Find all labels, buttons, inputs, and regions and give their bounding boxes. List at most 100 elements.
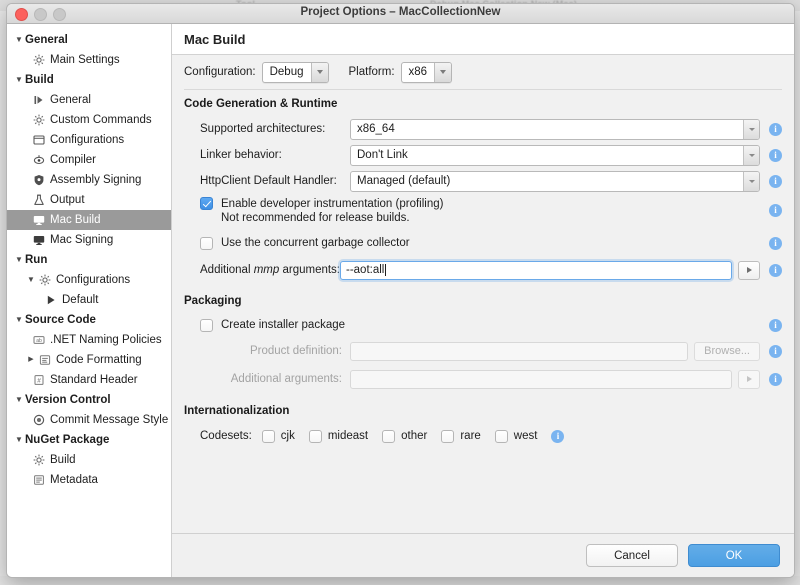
chevron-down-icon[interactable]: [434, 63, 451, 82]
sidebar-group-source-code[interactable]: ▼ Source Code: [7, 310, 171, 330]
info-icon[interactable]: i: [551, 430, 564, 443]
httpclient-handler-row: HttpClient Default Handler: Managed (def…: [184, 168, 782, 194]
chevron-down-icon[interactable]: [743, 172, 759, 191]
mmp-label-post: arguments:: [279, 264, 340, 276]
linker-behavior-dropdown[interactable]: Don't Link: [350, 145, 760, 166]
codesets-row: Codesets: cjk mideast other: [184, 423, 782, 449]
browse-button[interactable]: Browse...: [694, 342, 760, 361]
sidebar-item-compiler[interactable]: Compiler: [7, 150, 171, 170]
sidebar-item-custom-commands[interactable]: Custom Commands: [7, 110, 171, 130]
chevron-down-icon[interactable]: ▼: [13, 430, 25, 450]
product-definition-input[interactable]: [350, 342, 688, 361]
httpclient-handler-dropdown[interactable]: Managed (default): [350, 171, 760, 192]
sidebar-item-assembly-signing[interactable]: Assembly Signing: [7, 170, 171, 190]
chevron-down-icon[interactable]: ▼: [13, 70, 25, 90]
codeset-rare-checkbox[interactable]: [441, 430, 454, 443]
sidebar-item-net-naming-policies[interactable]: ab .NET Naming Policies: [7, 330, 171, 350]
sidebar-item-nuget-metadata[interactable]: Metadata: [7, 470, 171, 490]
sidebar-item-label: Build: [50, 450, 76, 470]
sidebar-group-build[interactable]: ▼ Build: [7, 70, 171, 90]
sidebar-group-version-control[interactable]: ▼ Version Control: [7, 390, 171, 410]
codeset-other-checkbox[interactable]: [382, 430, 395, 443]
chevron-down-icon[interactable]: [743, 146, 759, 165]
developer-instrumentation-label: Enable developer instrumentation (profil…: [221, 198, 443, 210]
codeset-other[interactable]: other: [382, 430, 427, 443]
sidebar-item-mac-build[interactable]: Mac Build: [7, 210, 171, 230]
sidebar-item-label: Configurations: [50, 130, 124, 150]
title-bar: Project Options – MacCollectionNew: [7, 4, 794, 24]
chevron-down-icon[interactable]: ▼: [13, 390, 25, 410]
settings-pane: Mac Build Configuration: Debug Platform:…: [172, 24, 794, 577]
create-installer-checkbox[interactable]: [200, 319, 213, 332]
ok-button[interactable]: OK: [688, 544, 780, 567]
concurrent-gc-label: Use the concurrent garbage collector: [221, 236, 410, 250]
sidebar-group-general[interactable]: ▼ General: [7, 30, 171, 50]
info-icon[interactable]: i: [769, 264, 782, 277]
codeset-mideast[interactable]: mideast: [309, 430, 368, 443]
mmp-arguments-row: Additional mmp arguments: --aot:all i: [184, 255, 782, 285]
sidebar-item-configurations[interactable]: Configurations: [7, 130, 171, 150]
sidebar-item-label: Version Control: [25, 390, 111, 410]
info-icon[interactable]: i: [769, 149, 782, 162]
sidebar-item-run-configurations[interactable]: ▼ Configurations: [7, 270, 171, 290]
httpclient-handler-value: Managed (default): [351, 172, 743, 191]
cancel-button[interactable]: Cancel: [586, 544, 678, 567]
sidebar-item-label: Run: [25, 250, 47, 270]
concurrent-gc-checkbox[interactable]: [200, 237, 213, 250]
codeset-rare[interactable]: rare: [441, 430, 480, 443]
sidebar-item-mac-signing[interactable]: Mac Signing: [7, 230, 171, 250]
info-icon[interactable]: i: [769, 373, 782, 386]
codeset-cjk-checkbox[interactable]: [262, 430, 275, 443]
linker-behavior-row: Linker behavior: Don't Link i: [184, 142, 782, 168]
codeset-west-checkbox[interactable]: [495, 430, 508, 443]
sidebar-item-main-settings[interactable]: Main Settings: [7, 50, 171, 70]
section-title-internationalization: Internationalization: [184, 405, 782, 417]
codeset-mideast-checkbox[interactable]: [309, 430, 322, 443]
codeset-cjk[interactable]: cjk: [262, 430, 295, 443]
sidebar-item-output[interactable]: Output: [7, 190, 171, 210]
sidebar-item-standard-header[interactable]: # Standard Header: [7, 370, 171, 390]
pane-scroll-area[interactable]: Configuration: Debug Platform: x86 Code …: [172, 55, 794, 533]
info-icon[interactable]: i: [769, 204, 782, 217]
configuration-dropdown[interactable]: Debug: [262, 62, 329, 83]
sidebar-item-label: Assembly Signing: [50, 170, 141, 190]
sidebar-item-code-formatting[interactable]: ▶ Code Formatting: [7, 350, 171, 370]
codeset-west[interactable]: west: [495, 430, 538, 443]
chevron-down-icon[interactable]: ▼: [13, 30, 25, 50]
mmp-arguments-label: Additional mmp arguments:: [184, 264, 340, 276]
svg-text:#: #: [37, 377, 41, 384]
sidebar-item-run-default[interactable]: Default: [7, 290, 171, 310]
packaging-additional-arguments-input[interactable]: [350, 370, 732, 389]
chevron-down-icon[interactable]: [743, 120, 759, 139]
chevron-down-icon[interactable]: [311, 63, 328, 82]
supported-architectures-value: x86_64: [351, 120, 743, 139]
supported-architectures-row: Supported architectures: x86_64 i: [184, 116, 782, 142]
sidebar-group-run[interactable]: ▼ Run: [7, 250, 171, 270]
metadata-icon: [31, 474, 46, 486]
settings-sidebar[interactable]: ▼ General Main Settings ▼ Build General …: [7, 24, 172, 577]
sidebar-item-label: Mac Build: [50, 210, 101, 230]
info-icon[interactable]: i: [769, 237, 782, 250]
sidebar-item-commit-message-style[interactable]: Commit Message Style: [7, 410, 171, 430]
info-icon[interactable]: i: [769, 345, 782, 358]
mmp-arguments-expand-button[interactable]: [738, 261, 760, 280]
supported-architectures-dropdown[interactable]: x86_64: [350, 119, 760, 140]
chevron-right-icon[interactable]: ▶: [25, 350, 37, 370]
window-icon: [31, 134, 46, 146]
platform-dropdown[interactable]: x86: [401, 62, 453, 83]
mmp-arguments-input[interactable]: --aot:all: [340, 261, 732, 280]
chevron-down-icon[interactable]: ▼: [13, 310, 25, 330]
product-definition-row: Product definition: Browse... i: [184, 337, 782, 365]
sidebar-group-nuget-package[interactable]: ▼ NuGet Package: [7, 430, 171, 450]
chevron-down-icon[interactable]: ▼: [25, 270, 37, 290]
sidebar-item-nuget-build[interactable]: Build: [7, 450, 171, 470]
developer-instrumentation-checkbox[interactable]: [200, 197, 213, 210]
packaging-arguments-expand-button[interactable]: [738, 370, 760, 389]
info-icon[interactable]: i: [769, 319, 782, 332]
sidebar-item-build-general[interactable]: General: [7, 90, 171, 110]
sidebar-item-label: Configurations: [56, 270, 130, 290]
codesets-label: Codesets:: [184, 430, 252, 442]
info-icon[interactable]: i: [769, 123, 782, 136]
info-icon[interactable]: i: [769, 175, 782, 188]
chevron-down-icon[interactable]: ▼: [13, 250, 25, 270]
